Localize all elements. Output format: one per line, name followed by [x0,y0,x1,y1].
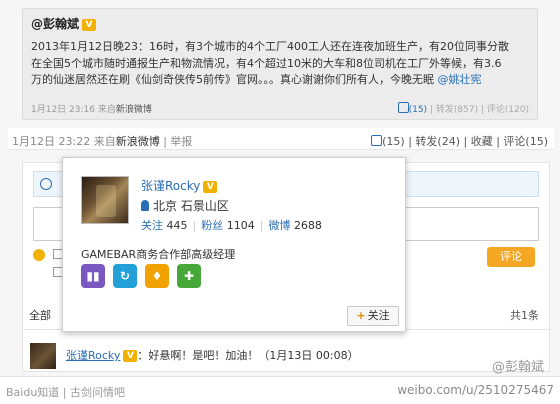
post-time[interactable]: 1月12日 23:16 [31,105,95,115]
leaf-badge-icon[interactable]: ✚ [177,264,201,288]
comment-count: 共1条 [510,309,539,322]
user-location: 北京 石景山区 [141,197,229,214]
comment-author[interactable]: 张谨Rocky [66,349,120,362]
location-pin-icon [141,200,149,211]
user-stats: 关注 445 | 粉丝 1104 | 微博 2688 [141,219,322,232]
forwarded-post: @彭翰斌 V 2013年1月12日晚23：16时，有3个城市的4个工厂400工人还… [22,8,538,120]
user-description: GAMEBAR商务合作部高级经理 [81,248,236,261]
weibo-stat[interactable]: 微博 2688 [268,219,322,232]
report-link[interactable]: 举报 [170,135,192,148]
comment-text: 张谨Rocky V ：好悬啊！是吧！加油！（1月13日 00:08） [66,349,359,362]
meta-time[interactable]: 1月12日 23:22 [12,135,90,148]
post-author[interactable]: @彭翰斌 V [31,15,97,32]
watermark-overlay: @彭翰斌 [491,360,544,375]
repost-link[interactable]: 转发(857) [436,105,478,115]
favorite-link[interactable]: 收藏 [471,135,493,148]
post-body: 2013年1月12日晚23：16时，有3个城市的4个工厂400工人还在连夜加班生… [31,39,531,89]
post-line: 2013年1月12日晚23：16时，有3个城市的4个工厂400工人还在连夜加班生… [31,40,509,53]
mention-link[interactable]: @姚壮宪 [438,73,482,86]
watermark: weibo.com/u/2510275467 [397,383,554,397]
fans-stat[interactable]: 粉丝 1104 [201,219,255,232]
post-meta-bar: 1月12日 23:22 来自新浪微博 | 举报 (15) | 转发(24) | … [8,128,554,150]
post-meta: 1月12日 23:16 来自新浪微博 [31,105,152,115]
thumb-up-icon [371,135,383,146]
post-source[interactable]: 新浪微博 [116,105,152,115]
following-stat[interactable]: 关注 445 [141,219,188,232]
post-line: 在全国5个城市随时通报生产和物流情况，有4个超过10米的大车和8位司机在工厂外等… [31,56,502,70]
verified-icon: V [203,181,218,193]
info-icon [40,178,52,190]
comment-item: 张谨Rocky V ：好悬啊！是吧！加油！（1月13日 00:08） [30,343,550,373]
verified-icon: V [123,350,138,362]
like-button[interactable]: (15) [397,102,427,115]
chart-badge-icon[interactable]: ▮▮ [81,264,105,288]
user-card: 张谨Rocky V 北京 石景山区 关注 445 | 粉丝 1104 | 微博 2688 … [62,157,406,332]
footer-left: Baidu知道 | 古剑问情吧 [6,386,125,399]
user-name[interactable]: 张谨Rocky V [141,177,218,194]
avatar[interactable] [30,343,56,369]
meta-like-button[interactable]: (15) [371,135,405,148]
comment-link[interactable]: 评论(120) [487,105,529,115]
meta-repost-link[interactable]: 转发(24) [415,135,460,148]
arrow-badge-icon[interactable]: ↻ [113,264,137,288]
emoji-icon[interactable] [33,249,45,261]
verified-icon: V [82,19,97,31]
filter-all[interactable]: 全部 [29,307,51,323]
post-actions: (15) | 转发(857) | 评论(120) [397,102,529,115]
meta-source[interactable]: 新浪微博 [116,135,160,148]
thumb-up-icon [397,102,409,113]
footer: Baidu知道 | 古剑问情吧 weibo.com/u/2510275467 [0,376,560,404]
shield-badge-icon[interactable]: ♦ [145,264,169,288]
badge-icons: ▮▮ ↻ ♦ ✚ [81,264,209,288]
submit-comment-button[interactable]: 评论 [487,247,535,267]
user-avatar[interactable] [81,176,129,224]
meta-comment-link[interactable]: 评论(15) [503,135,548,148]
follow-button[interactable]: + 关注 [347,306,399,326]
post-line: 万的仙迷居然还在刷《仙剑奇侠传5前传》官网。。。真心谢谢你们所有人，今晚无眠 @… [31,73,482,86]
